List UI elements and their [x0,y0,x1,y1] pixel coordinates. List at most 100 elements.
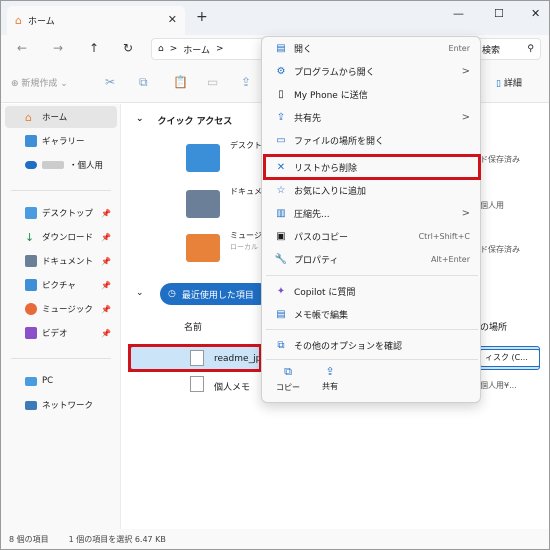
menu-label: お気に入りに追加 [294,186,367,197]
menu-item-copy-path[interactable]: ▣ パスのコピー Ctrl+Shift+C [266,225,478,247]
sidebar-item-documents[interactable]: ドキュメント 📌 [5,250,117,272]
path-icon: ▣ [276,230,286,242]
network-icon [25,400,37,410]
pin-icon: 📌 [101,304,111,314]
quick-copy-label: コピー [276,383,300,392]
search-icon: ⚲ [527,44,534,54]
folder-label: デスクト [230,141,262,150]
menu-item-add-favorite[interactable]: ☆ お気に入りに追加 [266,179,478,201]
cut-icon[interactable]: ✂ [105,75,115,89]
context-menu: ▤ 開く Enter ⚙ プログラムから開く > ▯ My Phone に送信 … [261,36,481,403]
menu-item-open[interactable]: ▤ 開く Enter [266,37,478,59]
chevron-down-icon[interactable]: ⌄ [136,288,144,298]
maximize-button[interactable]: ☐ [494,7,504,20]
search-input[interactable]: 検索 ⚲ [477,38,541,60]
column-header-name[interactable]: 名前 [184,320,202,333]
up-button[interactable]: ↑ [89,41,99,55]
redacted-name [42,161,64,169]
highlight-box [128,344,262,372]
folder-desktop-icon[interactable] [186,144,220,172]
selection-info: 1 個の項目を選択 6.47 KB [68,534,166,544]
refresh-button[interactable]: ↻ [123,41,133,55]
menu-item-send-to-phone[interactable]: ▯ My Phone に送信 [266,83,478,105]
tab-close-icon[interactable]: ✕ [168,13,177,26]
file-name[interactable]: 個人メモ [214,380,250,393]
menu-item-compress[interactable]: ▥ 圧縮先... > [266,202,478,224]
sidebar-item-network[interactable]: › ネットワーク [5,394,117,416]
chevron-right-icon: > [461,65,470,77]
details-label: 詳細 [503,79,522,89]
forward-button[interactable]: → [53,41,63,55]
new-tab-button[interactable]: + [196,9,208,25]
sidebar-item-label: ミュージック [42,305,93,315]
pin-icon: 📌 [101,256,111,266]
sidebar-item-gallery[interactable]: ギャラリー [5,130,117,152]
sidebar-item-music[interactable]: ミュージック 📌 [5,298,117,320]
sidebar-item-desktop[interactable]: デスクトップ 📌 [5,202,117,224]
status-bar: 8 個の項目 1 個の項目を選択 6.47 KB [1,529,549,549]
menu-label: My Phone に送信 [294,90,368,101]
menu-item-notepad[interactable]: ▤ メモ帳で編集 [266,303,478,325]
sidebar-item-pc[interactable]: › PC [5,370,117,392]
tab-label: ホーム [27,17,55,27]
file-explorer-window: ⌂ ホーム ✕ + — ☐ ✕ ← → ↑ ↻ ⌂ > ホーム > 検索 ⚲ ⊕… [0,0,550,550]
clock-icon: ◷ [168,289,176,299]
copy-icon[interactable]: ⧉ [139,75,148,90]
menu-shortcut: Enter [448,43,470,53]
sidebar-item-home[interactable]: ⌂ ホーム [5,106,117,128]
menu-label: その他のオプションを確認 [294,341,403,352]
back-button[interactable]: ← [17,41,27,55]
more-options-icon: ⧉ [277,339,285,351]
pin-icon: 📌 [101,232,111,242]
folder-documents-icon[interactable] [186,190,220,218]
sidebar-item-label: デスクトップ [42,209,94,219]
breadcrumb-home[interactable]: ホーム [183,43,210,56]
home-icon: ⌂ [158,44,164,54]
close-button[interactable]: ✕ [531,7,540,20]
menu-item-copilot[interactable]: ✦ Copilot に質問 [266,280,478,302]
sidebar-item-pictures[interactable]: ピクチャ 📌 [5,274,117,296]
folder-icon: ▭ [276,134,286,146]
menu-label: パスのコピー [294,232,349,243]
menu-item-properties[interactable]: 🔧 プロパティ Alt+Enter [266,248,478,270]
quick-share-button[interactable]: ⇪ 共有 [312,365,348,392]
new-label: 新規作成 [21,79,58,89]
plus-icon: ⊕ [11,79,22,89]
breadcrumb-sep: > [216,44,224,54]
menu-item-open-with[interactable]: ⚙ プログラムから開く > [266,60,478,82]
menu-label: メモ帳で編集 [294,310,349,321]
share-icon[interactable]: ⇪ [241,75,251,89]
pictures-icon [25,279,37,291]
minimize-button[interactable]: — [453,7,464,20]
sidebar-item-downloads[interactable]: ↓ ダウンロード 📌 [5,226,117,248]
menu-item-more-options[interactable]: ⧉ その他のオプションを確認 [266,334,478,356]
breadcrumb-sep: > [169,44,178,54]
rename-icon[interactable]: ▭ [207,75,218,89]
details-button[interactable]: ▯ 詳細 [496,76,522,89]
folder-sublabel: ローカル [230,243,258,251]
tab-home[interactable]: ⌂ ホーム ✕ [7,6,185,35]
copilot-icon: ✦ [276,285,286,297]
onedrive-icon [25,161,37,169]
menu-label: 圧縮先... [294,209,330,220]
folder-music-icon[interactable] [186,234,220,262]
pin-icon: 📌 [101,208,111,218]
folder-status: 個人用 [480,201,504,210]
quick-copy-button[interactable]: ⧉ コピー [270,365,306,393]
sidebar-item-onedrive[interactable]: › ・個人用 [5,154,117,176]
new-button[interactable]: ⊕ 新規作成 ⌄ [11,76,68,89]
open-icon: ▤ [276,42,286,54]
column-header-location[interactable]: の場所 [480,320,507,333]
menu-label: ファイルの場所を開く [294,136,385,147]
menu-item-open-location[interactable]: ▭ ファイルの場所を開く [266,129,478,151]
sidebar-item-videos[interactable]: ビデオ 📌 [5,322,117,344]
sidebar-item-label: ドキュメント [42,257,94,267]
videos-icon [25,327,37,339]
file-location: ィスク (C... [480,349,540,367]
quick-access-header[interactable]: ⌄ クイック アクセス [136,114,232,127]
address-bar[interactable]: ⌂ > ホーム > [151,38,269,60]
divider [11,190,111,191]
recent-files-tab[interactable]: ◷ 最近使用した項目 [160,283,270,305]
menu-item-share[interactable]: ⇪ 共有先 > [266,106,478,128]
paste-icon[interactable]: 📋 [173,75,188,89]
